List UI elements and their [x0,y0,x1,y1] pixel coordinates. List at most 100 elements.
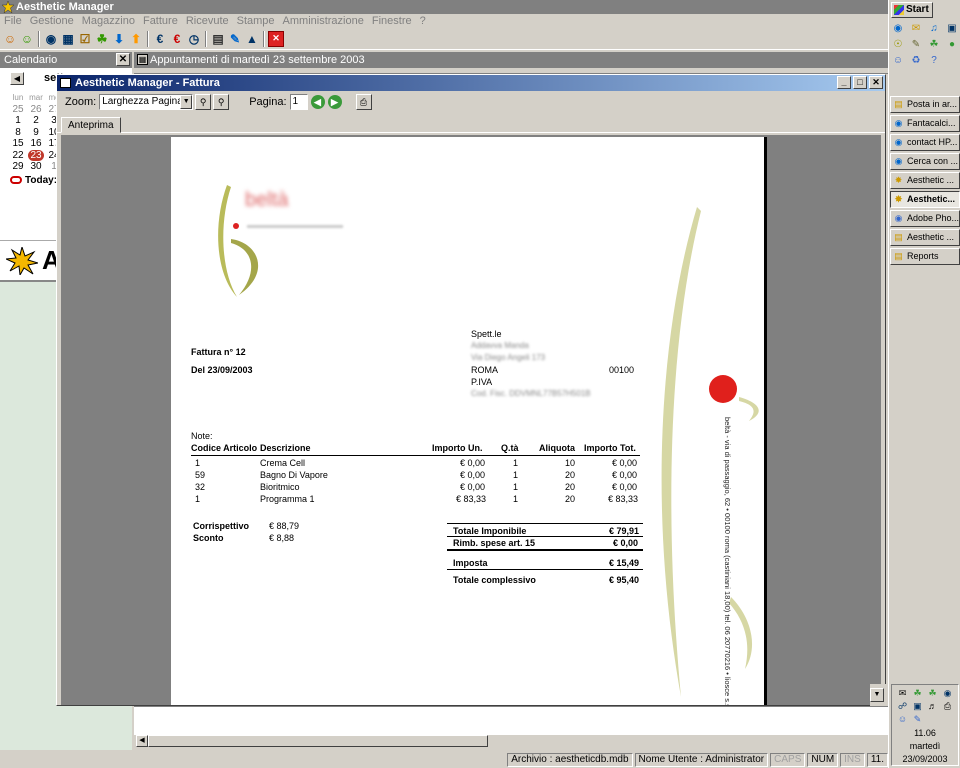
calendar-day-today[interactable]: 23 [28,149,44,161]
zoom-select[interactable]: Larghezza Pagina ▼ [99,94,194,110]
menu-magazzino[interactable]: Magazzino [78,14,139,28]
photoshop-icon: ◉ [894,213,903,223]
media-icon[interactable]: ♫ [927,22,941,36]
monitor-icon[interactable]: ▣ [911,700,924,712]
scroll-down-icon[interactable]: ▼ [870,688,884,702]
task-button[interactable]: ◉ contact HP... [890,134,960,151]
menu-help[interactable]: ? [416,14,430,28]
column-header: Descrizione [260,443,311,453]
network-icon[interactable]: ☘ [911,687,924,699]
menu-ricevute[interactable]: Ricevute [182,14,233,28]
task-button[interactable]: ◉ Fantacalci... [890,115,960,132]
menu-finestre[interactable]: Finestre [368,14,416,28]
calendar-day[interactable]: 2 [28,115,44,127]
maximize-icon[interactable]: □ [853,76,867,89]
scroll-left-icon[interactable]: ◀ [136,735,148,747]
page-number-input[interactable]: 1 [289,94,308,110]
leaf-icon[interactable]: ☘ [926,687,939,699]
arrow-down-icon[interactable]: ⬇ [111,31,127,47]
calendar-day[interactable]: 16 [28,138,44,150]
task-button[interactable]: ◉ Adobe Pho... [890,210,960,227]
print-icon[interactable]: ⎙ [355,94,372,110]
row-qty: 1 [513,470,519,480]
rimb-value: € 0,00 [613,538,639,548]
grid-icon[interactable]: ▦ [60,31,76,47]
vertical-scrollbar[interactable]: ▼ [870,684,886,706]
calendar-day[interactable]: 26 [28,104,44,116]
calendar-day[interactable]: 9 [28,127,44,139]
task-button[interactable]: ✸ Aesthetic ... [890,172,960,189]
messenger-icon[interactable]: ☺ [896,713,909,725]
leaf-icon[interactable]: ☘ [927,38,941,52]
book-icon[interactable]: ▤ [210,31,226,47]
menu-stampe[interactable]: Stampe [233,14,279,28]
next-page-icon[interactable]: ▶ [327,95,342,109]
calendar-day[interactable]: 29 [10,161,26,173]
zoom-out-icon[interactable]: ⚲ [213,94,230,110]
close-icon[interactable]: ✕ [116,53,130,66]
row-rate: 20 [565,470,576,480]
messenger-icon[interactable]: ☺ [891,54,905,68]
windows-taskbar: Start ◉ ✉ ♫ ▣ ☉ ✎ ☘ ● ☺ ♻ ? ▤ Posta in ar… [888,0,960,768]
chevron-down-icon[interactable]: ▼ [180,95,193,109]
mail-icon[interactable]: ✉ [896,687,909,699]
close-icon[interactable]: ✕ [869,76,883,89]
prev-page-icon[interactable]: ◀ [310,95,325,109]
outlook-icon[interactable]: ✉ [909,22,923,36]
calendar-check-icon[interactable]: ☑ [77,31,93,47]
calendar-day[interactable]: 1 [10,115,26,127]
clock[interactable]: 11.06 martedì 23/09/2003 [892,727,958,766]
totale-value: € 95,40 [609,575,640,585]
wordpad-icon[interactable]: ✎ [909,38,923,52]
globe-icon[interactable]: ◉ [941,687,954,699]
calendar-day[interactable]: 22 [10,150,26,162]
imposta-value: € 15,49 [609,558,640,568]
prev-month-icon[interactable]: ◀ [10,71,24,85]
arrow-up-icon[interactable]: ⬆ [128,31,144,47]
horizontal-scrollbar[interactable]: ◀ [134,734,888,748]
menu-file[interactable]: File [0,14,26,28]
help-icon[interactable]: ? [927,54,941,68]
zoom-in-icon[interactable]: ⚲ [195,94,212,110]
printer-icon[interactable]: ⎙ [941,700,954,712]
chart-icon[interactable]: ▲ [244,31,260,47]
winamp-icon[interactable]: ● [945,38,959,52]
calendar-day[interactable]: 15 [10,138,26,150]
task-button[interactable]: ▤ Aesthetic ... [890,229,960,246]
folder-icon: ▤ [894,251,903,261]
task-label: Reports [907,251,939,261]
clock-icon[interactable]: ◷ [186,31,202,47]
menu-amministrazione[interactable]: Amministrazione [279,14,368,28]
edit-icon[interactable]: ✎ [227,31,243,47]
connection-icon[interactable]: ☍ [896,700,909,712]
volume-icon[interactable]: ♬ [926,700,939,712]
task-button[interactable]: ▤ Reports [890,248,960,265]
start-button[interactable]: Start [891,2,933,18]
menu-fatture[interactable]: Fatture [139,14,182,28]
calendar-day[interactable]: 8 [10,127,26,139]
update-icon[interactable]: ♻ [909,54,923,68]
ie-icon[interactable]: ◉ [891,22,905,36]
row-description: Bioritmico [260,482,300,492]
tab-anteprima[interactable]: Anteprima [61,117,121,133]
minimize-icon[interactable]: _ [837,76,851,89]
app-icon[interactable]: ☉ [891,38,905,52]
euro-icon[interactable]: € [152,31,168,47]
scroll-thumb[interactable] [148,735,488,747]
bottle-icon[interactable]: ◉ [43,31,59,47]
calendar-day[interactable]: 30 [28,161,44,173]
pen-icon[interactable]: ✎ [911,713,924,725]
browser-icon: ◉ [894,156,903,166]
plant-icon[interactable]: ☘ [94,31,110,47]
calendar-header: Calendario ✕ [0,52,132,68]
calendar-day[interactable]: 25 [10,104,26,116]
menu-gestione[interactable]: Gestione [26,14,78,28]
task-button[interactable]: ▤ Posta in ar... [890,96,960,113]
users-icon[interactable]: ☺ [2,31,18,47]
desktop-icon[interactable]: ▣ [945,22,959,36]
close-red-icon[interactable]: ✕ [268,30,284,47]
euro-red-icon[interactable]: € [169,31,185,47]
users2-icon[interactable]: ☺ [19,31,35,47]
task-button[interactable]: ◉ Cerca con ... [890,153,960,170]
task-button-active[interactable]: ✸ Aesthetic... [890,191,960,208]
